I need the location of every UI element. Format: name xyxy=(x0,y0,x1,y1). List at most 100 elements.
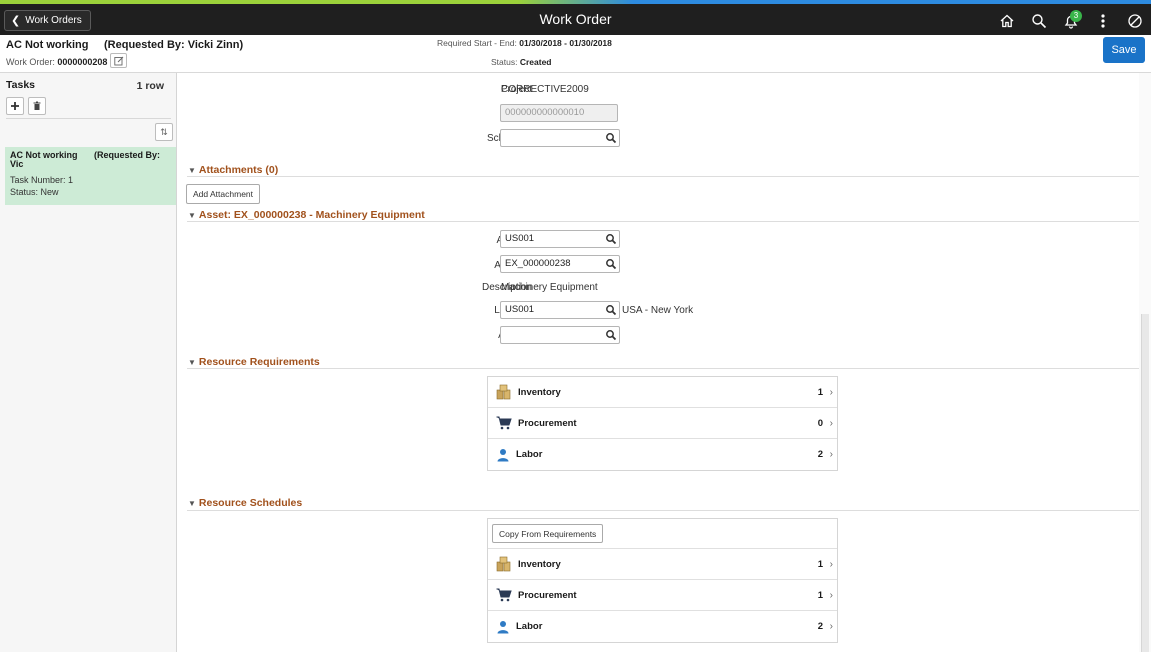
location-value: US001 xyxy=(505,304,535,315)
edit-header-button[interactable] xyxy=(110,53,127,68)
work-order-header: AC Not working (Requested By: Vicki Zinn… xyxy=(0,35,1151,73)
copy-from-requirements-row: Copy From Requirements xyxy=(488,519,837,549)
attachments-heading: Attachments (0) xyxy=(198,164,279,176)
status-label: Status: xyxy=(491,57,518,67)
plus-icon xyxy=(11,102,19,110)
scrollbar-thumb[interactable] xyxy=(1141,314,1149,652)
tasks-row-count: 1 row xyxy=(136,80,164,92)
add-attachment-button[interactable]: Add Attachment xyxy=(186,184,261,204)
schedule-label: Procurement xyxy=(518,589,577,601)
schedule-row-labor[interactable]: Labor 2 › xyxy=(488,611,837,642)
edit-icon xyxy=(113,56,123,65)
resource-requirements-toggle[interactable]: ▼ Resource Requirements xyxy=(188,356,320,368)
chevron-right-icon: › xyxy=(829,558,833,570)
work-order-title: AC Not working xyxy=(6,39,89,51)
activity-field: 000000000000010 xyxy=(500,104,618,122)
work-order-label: Work Order: xyxy=(6,57,55,67)
resource-requirements-heading: Resource Requirements xyxy=(198,356,320,368)
asset-section-toggle[interactable]: ▼ Asset: EX_000000238 - Machinery Equipm… xyxy=(188,209,425,221)
collapse-triangle-icon: ▼ xyxy=(188,210,196,220)
task-list-item[interactable]: AC Not working (Requested By: Vic Task N… xyxy=(5,147,176,205)
actions-menu-icon[interactable] xyxy=(1087,8,1119,34)
schedule-label: Labor xyxy=(516,621,543,632)
required-dates-label: Required Start - End: xyxy=(437,38,517,48)
requirement-row-labor[interactable]: Labor 2 › xyxy=(488,439,837,470)
schedule-count: 2 xyxy=(817,621,823,632)
trash-icon xyxy=(33,101,41,110)
notification-count-badge: 3 xyxy=(1070,10,1082,22)
attachments-divider xyxy=(187,176,1139,177)
asset-id-field[interactable]: EX_000000238 xyxy=(500,255,620,273)
page-title: Work Order xyxy=(539,11,612,27)
requirement-row-inventory[interactable]: Inventory 1 › xyxy=(488,377,837,408)
sort-button[interactable]: ⇅ xyxy=(155,123,173,141)
attachments-section-toggle[interactable]: ▼ Attachments (0) xyxy=(188,164,278,176)
copy-from-requirements-button[interactable]: Copy From Requirements xyxy=(492,524,604,543)
tasks-heading: Tasks xyxy=(6,79,35,91)
schedule-count: 1 xyxy=(817,589,823,601)
home-icon[interactable] xyxy=(991,8,1023,34)
schedule-count: 1 xyxy=(817,558,823,570)
collapse-triangle-icon: ▼ xyxy=(188,165,196,175)
am-unit-lookup-icon[interactable] xyxy=(605,233,617,245)
tasks-divider xyxy=(6,118,171,119)
work-order-value: 0000000208 xyxy=(57,57,108,67)
top-icons: 3 xyxy=(991,8,1151,34)
sort-icon: ⇅ xyxy=(160,126,168,137)
add-task-button[interactable] xyxy=(6,97,24,115)
scheduler-field[interactable] xyxy=(500,129,620,147)
resource-schedules-toggle[interactable]: ▼ Resource Schedules xyxy=(188,497,302,509)
chevron-right-icon: › xyxy=(829,386,833,398)
area-id-field[interactable] xyxy=(500,326,620,344)
notification-icon[interactable]: 3 xyxy=(1055,8,1087,34)
scheduler-lookup-icon[interactable] xyxy=(605,132,617,144)
work-order-status: Status: Created xyxy=(491,57,552,67)
asset-id-lookup-icon[interactable] xyxy=(605,258,617,270)
area-id-lookup-icon[interactable] xyxy=(605,329,617,341)
requirement-label: Procurement xyxy=(518,417,577,429)
schedule-row-inventory[interactable]: Inventory 1 › xyxy=(488,549,837,580)
inventory-icon xyxy=(496,556,511,572)
schedule-label: Inventory xyxy=(518,558,561,570)
chevron-right-icon: › xyxy=(829,449,833,460)
requirement-label: Labor xyxy=(516,449,543,460)
task-requested: (Requested By: xyxy=(94,150,161,160)
project-value: CORRECTIVE2009 xyxy=(501,84,589,95)
navbar-icon[interactable] xyxy=(1119,8,1151,34)
task-status: Status: New xyxy=(10,187,59,197)
delete-task-button[interactable] xyxy=(28,97,46,115)
work-order-number: Work Order: 0000000208 xyxy=(6,57,107,67)
am-unit-value: US001 xyxy=(505,233,535,244)
requirement-row-procurement[interactable]: Procurement 0 › xyxy=(488,408,837,439)
requested-by: (Requested By: Vicki Zinn) xyxy=(104,39,244,51)
tasks-panel: Tasks 1 row ⇅ AC Not working (Requested … xyxy=(0,73,177,652)
resource-schedules-list: Copy From Requirements Inventory 1 › Pro… xyxy=(487,518,838,643)
description-value: Machinery Equipment xyxy=(501,282,598,293)
required-dates-value: 01/30/2018 - 01/30/2018 xyxy=(519,38,612,48)
asset-divider xyxy=(187,221,1139,222)
requirement-count: 0 xyxy=(817,417,823,429)
requirement-label: Inventory xyxy=(518,386,561,398)
resource-requirements-divider xyxy=(187,368,1139,369)
resource-schedules-divider xyxy=(187,510,1139,511)
location-lookup-icon[interactable] xyxy=(605,304,617,316)
am-unit-field[interactable]: US001 xyxy=(500,230,620,248)
asset-heading: Asset: EX_000000238 - Machinery Equipmen… xyxy=(198,209,425,221)
location-description: USA - New York xyxy=(622,305,694,316)
top-banner: ❮ Work Orders Work Order 3 xyxy=(0,0,1151,35)
search-icon[interactable] xyxy=(1023,8,1055,34)
resource-requirements-list: Inventory 1 › Procurement 0 › Labor 2 › xyxy=(487,376,838,471)
person-icon xyxy=(497,620,509,633)
cart-icon xyxy=(496,588,512,602)
chevron-right-icon: › xyxy=(829,417,833,429)
schedule-row-procurement[interactable]: Procurement 1 › xyxy=(488,580,837,611)
requirement-count: 1 xyxy=(817,386,823,398)
requirement-count: 2 xyxy=(817,449,823,460)
required-dates: Required Start - End: 01/30/2018 - 01/30… xyxy=(437,38,612,48)
inventory-icon xyxy=(496,384,511,400)
person-icon xyxy=(497,448,509,461)
asset-id-value: EX_000000238 xyxy=(505,258,571,269)
resource-schedules-heading: Resource Schedules xyxy=(198,497,303,509)
save-button[interactable]: Save xyxy=(1103,37,1145,63)
location-field[interactable]: US001 xyxy=(500,301,620,319)
